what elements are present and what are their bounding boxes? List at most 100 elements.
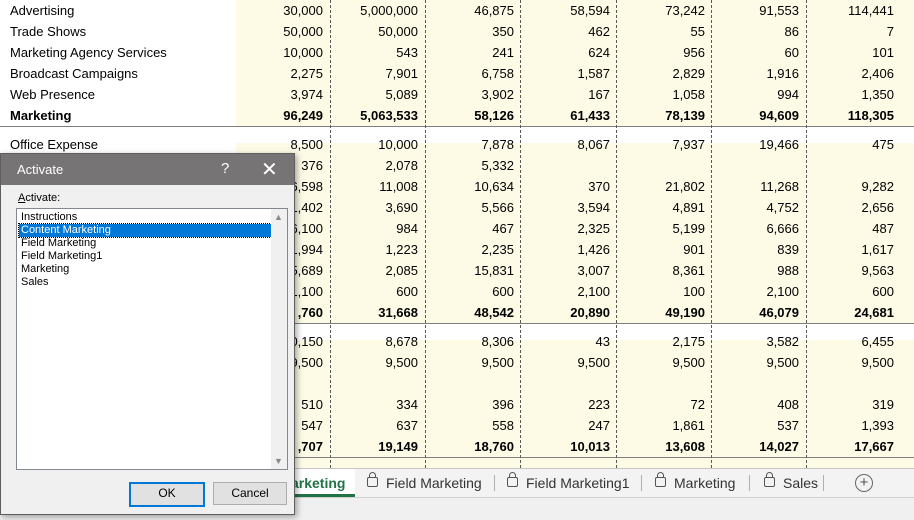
cell-value[interactable]: 43 <box>596 334 610 349</box>
cell-value[interactable]: 8,306 <box>481 334 514 349</box>
table-row[interactable]: Advertising 30,000 5,000,000 46,875 58,594 73… <box>0 0 914 21</box>
ok-button[interactable]: OK <box>129 482 205 507</box>
cell-value[interactable]: 9,500 <box>861 355 894 370</box>
cell-value[interactable]: 15,831 <box>474 263 514 278</box>
cell-value[interactable]: 984 <box>396 221 418 236</box>
cell-value[interactable]: 50,000 <box>378 24 418 39</box>
cell-value[interactable]: 5,689 <box>290 263 323 278</box>
cell-value[interactable]: 1,587 <box>577 66 610 81</box>
cell-value[interactable]: 0,150 <box>290 334 323 349</box>
cell-value[interactable]: 8,678 <box>385 334 418 349</box>
cell-value[interactable]: 1,861 <box>672 418 705 433</box>
help-icon[interactable]: ? <box>221 160 229 177</box>
cell-value[interactable]: 1,058 <box>672 87 705 102</box>
cell-value[interactable]: 624 <box>588 45 610 60</box>
cell-value[interactable]: 10,000 <box>283 45 323 60</box>
scroll-up-icon[interactable]: ▲ <box>274 212 283 222</box>
cell-value[interactable]: 5,089 <box>385 87 418 102</box>
cell-value[interactable]: 370 <box>588 179 610 194</box>
cell-value[interactable]: 61,433 <box>570 108 610 123</box>
cell-value[interactable]: 14,027 <box>759 439 799 454</box>
cell-value[interactable]: 5,566 <box>481 200 514 215</box>
cell-value[interactable]: 1,393 <box>861 418 894 433</box>
cell-value[interactable]: 543 <box>396 45 418 60</box>
cell-value[interactable]: 58,126 <box>474 108 514 123</box>
cell-value[interactable]: 3,902 <box>481 87 514 102</box>
cell-value[interactable]: 2,175 <box>672 334 705 349</box>
close-icon[interactable]: ✕ <box>261 157 278 182</box>
cell-value[interactable]: 600 <box>396 284 418 299</box>
cell-value[interactable]: ,707 <box>298 439 323 454</box>
row-label[interactable]: Broadcast Campaigns <box>10 66 138 81</box>
cell-value[interactable]: 4,891 <box>672 200 705 215</box>
cell-value[interactable]: 18,760 <box>474 439 514 454</box>
cell-value[interactable]: 1,100 <box>290 284 323 299</box>
cell-value[interactable]: 6,666 <box>766 221 799 236</box>
cell-value[interactable]: 73,242 <box>665 3 705 18</box>
listbox-scrollbar[interactable]: ▲ ▼ <box>271 209 287 469</box>
cell-value[interactable]: 21,802 <box>665 179 705 194</box>
cell-value[interactable]: 600 <box>492 284 514 299</box>
sheet-listbox[interactable]: Instructions Content Marketing Field Marke… <box>16 208 288 470</box>
cell-value[interactable]: 9,282 <box>861 179 894 194</box>
cell-value[interactable]: 11,268 <box>760 179 799 194</box>
cell-value[interactable]: 537 <box>777 418 799 433</box>
cell-value[interactable]: 9,500 <box>481 355 514 370</box>
cell-value[interactable]: 96,249 <box>283 108 323 123</box>
cell-value[interactable]: 50,000 <box>283 24 323 39</box>
cell-value[interactable]: 78,139 <box>665 108 705 123</box>
row-label[interactable]: Marketing Agency Services <box>10 45 167 60</box>
cell-value[interactable]: 637 <box>396 418 418 433</box>
cell-value[interactable]: 994 <box>777 87 799 102</box>
cell-value[interactable]: 223 <box>588 397 610 412</box>
cell-value[interactable]: 10,634 <box>474 179 514 194</box>
cell-value[interactable]: 167 <box>588 87 610 102</box>
cell-value[interactable]: 475 <box>872 137 894 152</box>
cell-value[interactable]: 1,426 <box>577 242 610 257</box>
cell-value[interactable]: 1,402 <box>290 200 323 215</box>
cell-value[interactable]: 3,007 <box>577 263 610 278</box>
tab-active-sheet[interactable]: arketing <box>291 469 355 497</box>
cell-value[interactable]: 58,594 <box>570 3 610 18</box>
cell-value[interactable]: 3,690 <box>385 200 418 215</box>
cell-value[interactable]: 48,542 <box>474 305 514 320</box>
cell-value[interactable]: 2,406 <box>861 66 894 81</box>
cell-value[interactable]: 1,350 <box>861 87 894 102</box>
cell-value[interactable]: 350 <box>492 24 514 39</box>
table-row[interactable]: Office Expense 8,500 10,000 7,878 8,067 7,937… <box>0 134 914 155</box>
cell-value[interactable]: 101 <box>872 45 894 60</box>
cell-value[interactable]: 4,752 <box>766 200 799 215</box>
cell-value[interactable]: 46,079 <box>759 305 799 320</box>
cell-value[interactable]: 94,609 <box>759 108 799 123</box>
cell-value[interactable]: 7,937 <box>672 137 705 152</box>
cell-value[interactable]: 5,063,533 <box>360 108 418 123</box>
cell-value[interactable]: 9,500 <box>672 355 705 370</box>
cell-value[interactable]: 86 <box>785 24 799 39</box>
cell-value[interactable]: 3,974 <box>290 87 323 102</box>
cell-value[interactable]: 2,829 <box>672 66 705 81</box>
table-row[interactable]: Marketing 96,249 5,063,533 58,126 61,433 78,1… <box>0 105 914 127</box>
cell-value[interactable]: 2,085 <box>385 263 418 278</box>
cell-value[interactable]: 9,500 <box>385 355 418 370</box>
row-label[interactable]: Web Presence <box>10 87 95 102</box>
cell-value[interactable]: 7,878 <box>481 137 514 152</box>
cell-value[interactable]: 9,500 <box>577 355 610 370</box>
cell-value[interactable]: 8,361 <box>672 263 705 278</box>
list-item[interactable]: Field Marketing <box>19 237 271 250</box>
cell-value[interactable]: 30,000 <box>283 3 323 18</box>
list-item[interactable]: Sales <box>19 276 271 289</box>
row-label[interactable]: Marketing <box>10 108 71 123</box>
cell-value[interactable]: 2,235 <box>481 242 514 257</box>
cell-value[interactable]: 408 <box>777 397 799 412</box>
cell-value[interactable]: ,760 <box>298 305 323 320</box>
cell-value[interactable]: 7,901 <box>385 66 418 81</box>
cell-value[interactable]: 600 <box>872 284 894 299</box>
cell-value[interactable]: 839 <box>777 242 799 257</box>
list-item[interactable]: Instructions <box>19 211 271 224</box>
cell-value[interactable]: 558 <box>492 418 514 433</box>
cell-value[interactable]: 2,275 <box>290 66 323 81</box>
cell-value[interactable]: 11,008 <box>379 179 418 194</box>
table-row[interactable]: Trade Shows 50,000 50,000 350 462 55 86 7 <box>0 21 914 42</box>
cell-value[interactable]: 19,149 <box>378 439 418 454</box>
cell-value[interactable]: 31,668 <box>378 305 418 320</box>
